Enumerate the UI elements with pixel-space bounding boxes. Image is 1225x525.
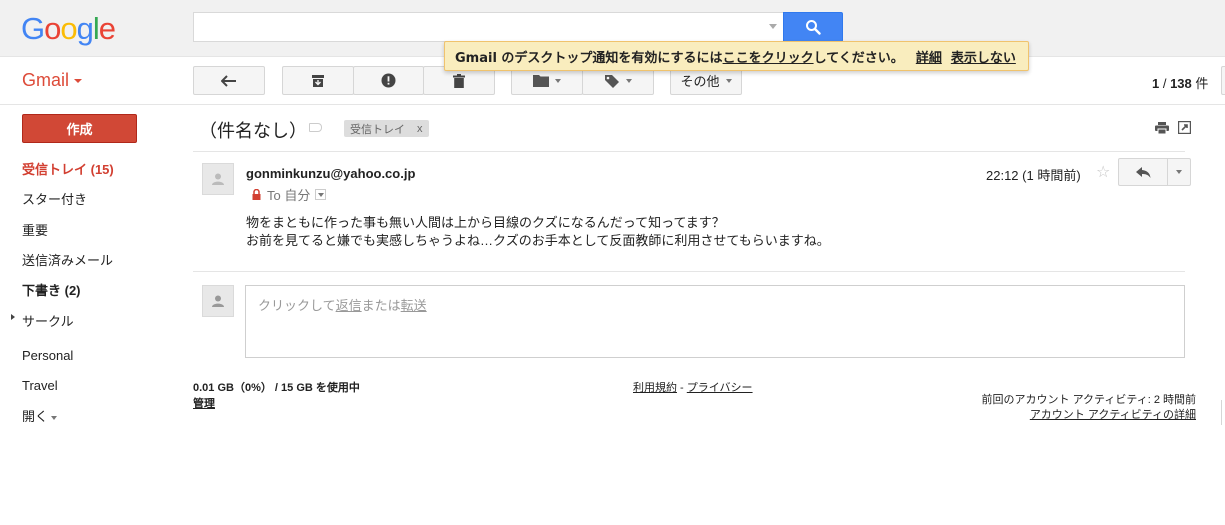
footer-links: 利用規約 - プライバシー	[633, 379, 753, 395]
sidebar-item-travel[interactable]: Travel	[22, 378, 58, 393]
more-label: その他	[680, 74, 720, 89]
pager-separator: /	[1159, 76, 1171, 91]
logo-letter: o	[44, 11, 61, 46]
show-details-dropdown[interactable]	[315, 189, 327, 200]
reply-link[interactable]: 返信	[336, 298, 362, 313]
chevron-down-icon	[74, 79, 83, 84]
reply-prompt-middle: または	[361, 298, 401, 313]
manage-storage-link[interactable]: 管理	[193, 395, 215, 411]
sender-avatar[interactable]	[202, 163, 234, 195]
arrow-left-icon	[221, 74, 236, 87]
logo-letter: G	[21, 11, 45, 46]
search-input[interactable]	[193, 12, 784, 42]
sender-email[interactable]: gonminkunzu@yahoo.co.jp	[246, 166, 415, 181]
scrollbar[interactable]	[1221, 400, 1225, 425]
quick-reply-box[interactable]: クリックして返信または転送	[245, 285, 1185, 358]
enable-notifications-link[interactable]: ここをクリック	[723, 47, 814, 66]
sidebar-item-sent[interactable]: 送信済みメール	[22, 250, 113, 269]
archive-icon	[312, 74, 324, 87]
desktop-notification-banner: Gmail のデスクトップ通知を有効にするには ここをクリック してください。 詳細…	[444, 41, 1029, 71]
chevron-down-icon	[555, 78, 561, 83]
chevron-down-icon	[626, 78, 632, 83]
search-options-dropdown[interactable]	[769, 24, 777, 29]
gmail-label: Gmail	[22, 70, 70, 90]
thread-divider	[193, 151, 1185, 152]
sidebar-item-drafts[interactable]: 下書き (2)	[22, 280, 81, 299]
chevron-down-icon	[725, 78, 732, 83]
search-button[interactable]	[783, 12, 843, 42]
print-all-button[interactable]	[1155, 122, 1169, 138]
folder-icon	[533, 75, 549, 87]
inbox-chip-label: 受信トレイ	[350, 123, 405, 136]
gmail-menu[interactable]: Gmail	[22, 70, 83, 91]
pager-total: 138	[1170, 76, 1192, 91]
trash-icon	[453, 73, 465, 88]
label-tag-icon[interactable]	[309, 123, 322, 132]
footer-dash: -	[677, 382, 687, 394]
logo-letter: e	[98, 11, 116, 46]
forward-link[interactable]: 転送	[401, 298, 427, 313]
sidebar-item-personal[interactable]: Personal	[22, 348, 73, 363]
report-spam-icon	[381, 73, 396, 88]
person-icon	[212, 295, 224, 307]
new-window-icon	[1177, 120, 1192, 135]
pager-count: 1 / 138 件	[1152, 73, 1208, 92]
privacy-link[interactable]: プライバシー	[687, 382, 753, 394]
storage-usage: 0.01 GB（0%） / 15 GB を使用中	[193, 382, 360, 394]
message-body-line: お前を見てると嫌でも実感しちゃうよね…クズのお手本として反面教師に利用させてもら…	[246, 233, 830, 248]
terms-link[interactable]: 利用規約	[633, 382, 677, 394]
star-icon[interactable]: ☆	[1096, 162, 1110, 181]
activity-details-link[interactable]: アカウント アクティビティの詳細	[1030, 406, 1196, 422]
notification-hide-link[interactable]: 表示しない	[951, 47, 1016, 66]
message-more-button[interactable]	[1167, 158, 1191, 186]
message-divider	[193, 271, 1185, 272]
compose-button[interactable]: 作成	[22, 114, 137, 143]
last-activity: 前回のアカウント アクティビティ: 2 時間前	[981, 394, 1196, 406]
open-in-new-window-button[interactable]	[1177, 120, 1192, 138]
notification-details-link[interactable]: 詳細	[916, 47, 942, 66]
sidebar-item-inbox[interactable]: 受信トレイ (15)	[22, 159, 114, 178]
chevron-down-icon	[1176, 170, 1182, 174]
chevron-down-icon	[51, 415, 58, 420]
lock-icon[interactable]	[252, 189, 261, 200]
archive-button[interactable]	[282, 66, 354, 95]
inbox-label-chip: 受信トレイ x	[344, 120, 429, 137]
logo-letter: o	[60, 11, 77, 46]
recipient-line: To 自分	[252, 185, 327, 204]
sidebar-item-circles[interactable]: サークル	[22, 311, 74, 330]
sidebar-item-more[interactable]: 開く	[22, 406, 58, 425]
google-logo[interactable]: Google	[21, 11, 116, 47]
compose-label: 作成	[66, 122, 93, 137]
my-avatar	[202, 285, 234, 317]
print-icon	[1155, 122, 1169, 135]
reply-button[interactable]	[1118, 158, 1168, 186]
sidebar-more-label: 開く	[22, 409, 49, 424]
reply-prompt-prefix: クリックして	[258, 298, 336, 313]
toolbar-divider	[0, 104, 1225, 105]
expand-circles-icon[interactable]	[11, 314, 15, 320]
search-icon	[806, 20, 821, 35]
pager-prev-button[interactable]	[1221, 66, 1225, 95]
message-time: 22:12 (1 時間前)	[986, 168, 1081, 183]
report-spam-button[interactable]	[353, 66, 424, 95]
pager-unit: 件	[1191, 76, 1209, 91]
thread-subject: （件名なし）	[199, 121, 307, 141]
recipient-text: To 自分	[267, 188, 311, 203]
notification-text: Gmail のデスクトップ通知を有効にするには	[455, 50, 723, 66]
reply-icon	[1135, 166, 1150, 178]
back-to-inbox-button[interactable]	[193, 66, 265, 95]
sidebar-item-starred[interactable]: スター付き	[22, 189, 87, 208]
person-icon	[212, 173, 224, 185]
sidebar-item-important[interactable]: 重要	[22, 220, 48, 239]
message-body-line: 物をまともに作った事も無い人間は上から目線のクズになるんだって知ってます？	[246, 215, 725, 230]
remove-label-button[interactable]: x	[417, 123, 423, 135]
label-icon	[605, 74, 619, 88]
notification-suffix: してください。	[813, 50, 904, 66]
reply-prompt: クリックして返信または転送	[258, 295, 427, 314]
logo-letter: g	[76, 11, 94, 46]
